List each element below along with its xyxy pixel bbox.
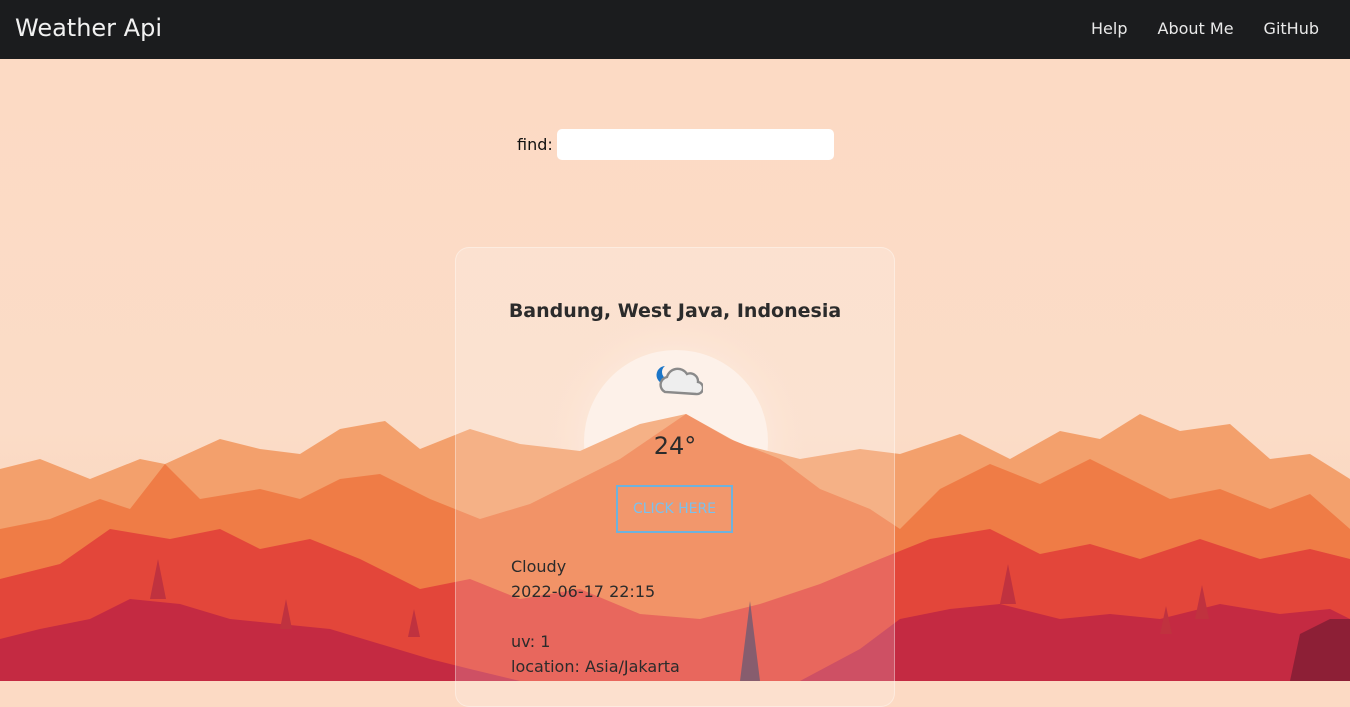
nav-links: Help About Me GitHub bbox=[1091, 19, 1319, 38]
search-input[interactable] bbox=[556, 129, 834, 160]
nav-link-about-me[interactable]: About Me bbox=[1158, 19, 1234, 38]
click-here-button[interactable]: CLICK HERE bbox=[616, 485, 733, 533]
weather-details: Cloudy 2022-06-17 22:15 uv: 1 location: … bbox=[511, 554, 680, 679]
temperature: 24° bbox=[653, 432, 697, 460]
location-title: Bandung, West Java, Indonesia bbox=[508, 300, 842, 322]
weather-card: Bandung, West Java, Indonesia 24° CLICK … bbox=[455, 247, 895, 707]
datetime-text: 2022-06-17 22:15 bbox=[511, 582, 656, 601]
partly-cloudy-night-icon bbox=[656, 366, 703, 396]
search-label: find: bbox=[517, 135, 553, 154]
condition-text: Cloudy bbox=[511, 557, 567, 576]
nav-link-github[interactable]: GitHub bbox=[1264, 19, 1319, 38]
timezone-text: location: Asia/Jakarta bbox=[511, 657, 680, 676]
uv-text: uv: 1 bbox=[511, 632, 551, 651]
search-bar: find: bbox=[517, 129, 834, 160]
nav-link-help[interactable]: Help bbox=[1091, 19, 1127, 38]
brand-title[interactable]: Weather Api bbox=[15, 14, 162, 42]
top-navbar: Weather Api Help About Me GitHub bbox=[0, 0, 1350, 59]
